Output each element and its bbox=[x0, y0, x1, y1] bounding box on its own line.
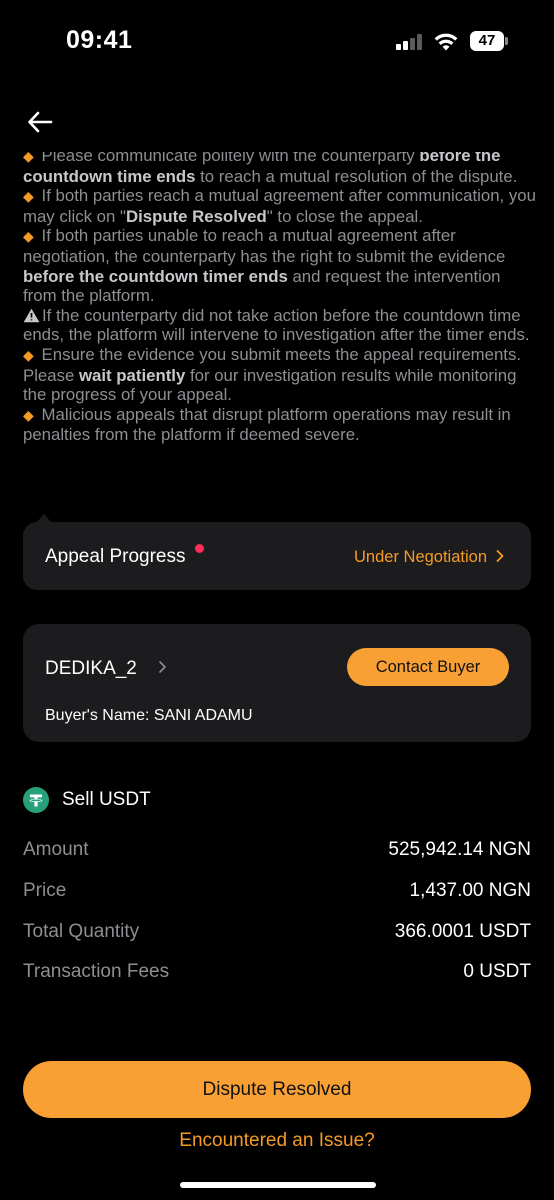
chevron-right-icon[interactable] bbox=[158, 660, 167, 674]
note-emphasis: wait patiently bbox=[78, 365, 186, 385]
detail-label: Total Quantity bbox=[23, 921, 140, 942]
note-text: " to close the appeal. bbox=[266, 206, 423, 226]
back-button[interactable] bbox=[22, 104, 58, 140]
detail-label: Transaction Fees bbox=[23, 961, 170, 982]
detail-row-amount: Amount 525,942.14 NGN bbox=[23, 839, 531, 867]
appeal-progress-row[interactable]: Appeal Progress Under Negotiation bbox=[23, 522, 531, 590]
diamond-icon: ◆ bbox=[23, 346, 42, 363]
notification-dot bbox=[195, 544, 204, 553]
battery-icon: 47 bbox=[470, 31, 508, 51]
note-item: ◆ Please communicate politely with the c… bbox=[23, 152, 538, 186]
appeal-progress-title: Appeal Progress bbox=[45, 546, 186, 567]
arrow-left-icon bbox=[28, 111, 53, 133]
appeal-notes: ◆ Please communicate politely with the c… bbox=[23, 152, 538, 445]
encountered-issue-link[interactable]: Encountered an Issue? bbox=[0, 1130, 554, 1152]
detail-row-transaction-fees: Transaction Fees 0 USDT bbox=[23, 961, 531, 989]
contact-buyer-button[interactable]: Contact Buyer bbox=[347, 648, 509, 686]
note-text: Malicious appeals that disrupt platform … bbox=[23, 404, 511, 445]
home-indicator bbox=[180, 1182, 376, 1188]
order-details[interactable]: Amount 525,942.14 NGN Price 1,437.00 NGN… bbox=[0, 834, 554, 1010]
note-emphasis: Dispute Resolved bbox=[125, 206, 267, 226]
wifi-icon bbox=[434, 33, 458, 51]
dispute-resolved-button[interactable]: Dispute Resolved bbox=[23, 1061, 531, 1118]
diamond-icon: ◆ bbox=[23, 188, 42, 205]
buyer-card: DEDIKA_2 Contact Buyer Buyer's Name: SAN… bbox=[23, 624, 531, 742]
warning-icon bbox=[23, 308, 40, 322]
note-item: ◆ Malicious appeals that disrupt platfor… bbox=[23, 405, 538, 445]
detail-value: 366.0001 USDT bbox=[394, 921, 531, 942]
screen: 09:41 47 ◆ Please communicate politely w… bbox=[0, 0, 554, 1200]
detail-row-price: Price 1,437.00 NGN bbox=[23, 880, 531, 908]
scroll-fade bbox=[0, 990, 554, 1020]
detail-row-total-quantity: Total Quantity 366.0001 USDT bbox=[23, 921, 531, 949]
note-text: If both parties unable to reach a mutual… bbox=[23, 226, 506, 266]
chevron-right-icon bbox=[496, 550, 504, 562]
note-item: If the counterparty did not take action … bbox=[23, 306, 538, 345]
detail-label: Amount bbox=[23, 839, 89, 860]
note-emphasis: before the countdown timer ends bbox=[23, 266, 288, 286]
diamond-icon: ◆ bbox=[23, 228, 42, 245]
detail-value: 525,942.14 NGN bbox=[388, 839, 531, 860]
detail-value: 1,437.00 NGN bbox=[409, 880, 531, 901]
tether-usdt-icon bbox=[23, 787, 49, 813]
order-type-row: Sell USDT bbox=[23, 786, 151, 814]
detail-value: 0 USDT bbox=[463, 961, 531, 982]
buyer-nickname[interactable]: DEDIKA_2 bbox=[45, 658, 137, 680]
appeal-status: Under Negotiation bbox=[354, 548, 487, 566]
status-time: 09:41 bbox=[66, 26, 133, 54]
order-type-label: Sell USDT bbox=[62, 789, 151, 810]
battery-level: 47 bbox=[470, 31, 504, 51]
note-item: ◆ If both parties unable to reach a mutu… bbox=[23, 226, 538, 305]
note-text: If the counterparty did not take action … bbox=[23, 305, 530, 345]
note-text: to reach a mutual resolution of the disp… bbox=[195, 166, 518, 186]
note-item: ◆ Ensure the evidence you submit meets t… bbox=[23, 345, 538, 405]
buyer-real-name: Buyer's Name: SANI ADAMU bbox=[45, 707, 253, 724]
appeal-notes-scroll[interactable]: ◆ Please communicate politely with the c… bbox=[0, 152, 554, 512]
detail-label: Price bbox=[23, 880, 67, 901]
note-text: Please communicate politely with the cou… bbox=[41, 152, 420, 165]
status-bar: 09:41 47 bbox=[0, 0, 554, 84]
note-item: ◆ If both parties reach a mutual agreeme… bbox=[23, 186, 538, 226]
diamond-icon: ◆ bbox=[23, 406, 42, 423]
diamond-icon: ◆ bbox=[23, 152, 42, 164]
cellular-signal-icon bbox=[396, 34, 426, 50]
